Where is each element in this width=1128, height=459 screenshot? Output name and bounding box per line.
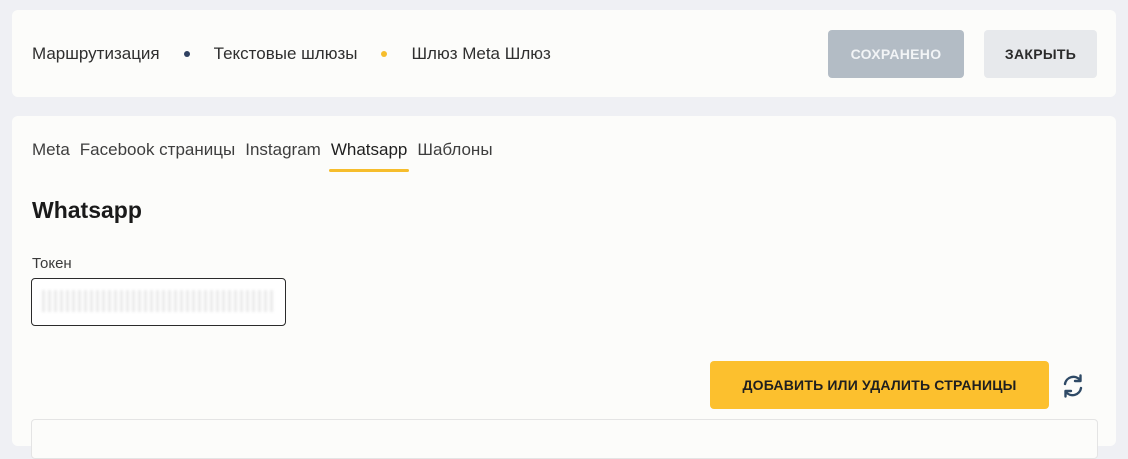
pages-list-panel	[31, 419, 1098, 459]
breadcrumb-item-current: Шлюз Meta Шлюз	[411, 43, 551, 63]
breadcrumb-item-routing[interactable]: Маршрутизация	[32, 44, 160, 64]
saved-button[interactable]: СОХРАНЕНО	[828, 30, 964, 78]
tab-instagram[interactable]: Instagram	[245, 136, 321, 172]
breadcrumb-separator-dot	[183, 50, 190, 57]
tab-facebook-pages[interactable]: Facebook страницы	[80, 136, 235, 172]
close-button[interactable]: ЗАКРЫТЬ	[984, 30, 1097, 78]
breadcrumb-separator-dot	[381, 50, 388, 57]
breadcrumb: Маршрутизация Текстовые шлюзы Шлюз Meta …	[32, 10, 551, 97]
section-title: Whatsapp	[32, 197, 142, 223]
main-card: Meta Facebook страницы Instagram Whatsap…	[12, 116, 1116, 459]
breadcrumb-item-text-gateways[interactable]: Текстовые шлюзы	[214, 44, 358, 64]
tab-templates[interactable]: Шаблоны	[417, 136, 492, 172]
header-card: Маршрутизация Текстовые шлюзы Шлюз Meta …	[12, 10, 1116, 97]
refresh-icon[interactable]	[1059, 372, 1087, 400]
tab-meta[interactable]: Meta	[32, 136, 70, 172]
add-remove-pages-button[interactable]: ДОБАВИТЬ ИЛИ УДАЛИТЬ СТРАНИЦЫ	[710, 361, 1049, 409]
tab-whatsapp[interactable]: Whatsapp	[328, 136, 409, 172]
tab-bar: Meta Facebook страницы Instagram Whatsap…	[32, 136, 503, 172]
token-label: Токен	[32, 255, 72, 272]
token-input[interactable]	[31, 278, 286, 326]
